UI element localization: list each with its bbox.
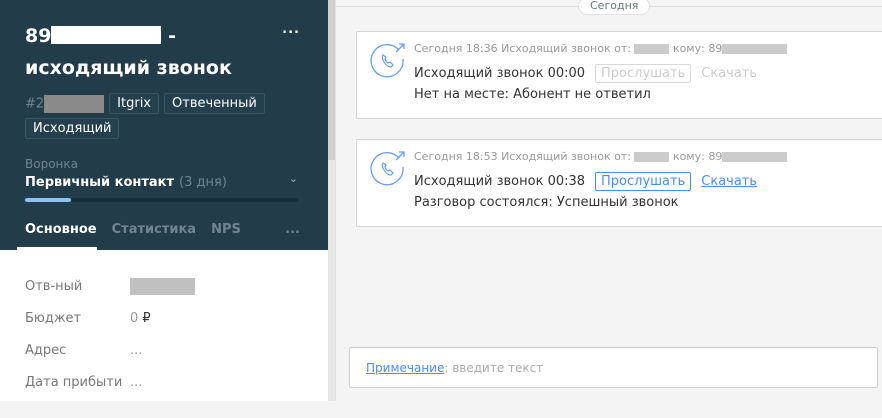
tag[interactable]: Itgrix	[109, 93, 160, 114]
more-menu-button[interactable]: ...	[282, 22, 300, 37]
funnel-label: Воронка	[25, 157, 78, 171]
outgoing-call-icon	[370, 151, 405, 186]
download-link[interactable]: Скачать	[701, 174, 757, 189]
field-label: Бюджет	[25, 310, 82, 326]
meta-to: кому: 89	[672, 150, 723, 163]
field-label: Дата прибыти	[25, 374, 123, 390]
call-card: Сегодня 18:53 Исходящий звонок от: кому:…	[356, 139, 882, 227]
redacted	[722, 152, 788, 162]
call-result: Разговор состоялся: Успешный звонок	[414, 195, 679, 210]
date-label: Сегодня	[578, 0, 651, 15]
meta-to: кому: 89	[672, 42, 723, 55]
id-prefix: #2	[25, 96, 45, 111]
listen-button[interactable]: Прослушать	[595, 172, 692, 191]
tag[interactable]: Исходящий	[25, 118, 120, 139]
call-title: Исходящий звонок 00:00	[414, 66, 586, 81]
lead-fields: Отв-ный Бюджет 0 ₽ Адрес... Дата прибыти.…	[0, 250, 328, 418]
stage-select[interactable]: Первичный контакт (3 дня)	[25, 175, 227, 190]
tab-nps[interactable]: NPS	[211, 222, 241, 237]
lead-id: #2	[25, 94, 105, 113]
stage-progress	[25, 198, 298, 202]
field-arrival-date: Дата прибыти...	[25, 366, 303, 398]
note-input[interactable]: Примечание: введите текст	[349, 347, 878, 388]
redacted-id	[44, 94, 105, 113]
note-placeholder: : введите текст	[444, 361, 544, 375]
currency: ₽	[142, 310, 151, 326]
lead-panel: 89 - исходящий звонок ... #2 Itgrix Отвеч…	[0, 0, 328, 401]
outgoing-call-icon	[370, 43, 405, 78]
note-type-link[interactable]: Примечание	[366, 361, 444, 375]
call-row: Исходящий звонок 00:38 Прослушать Скачать	[414, 172, 757, 191]
field-value[interactable]: ...	[130, 343, 142, 358]
field-label: Отв-ный	[25, 278, 83, 294]
tag[interactable]: Отвеченный	[164, 93, 265, 114]
scrollbar[interactable]	[328, 0, 335, 401]
field-address: Адрес...	[25, 334, 303, 366]
field-label: Адрес	[25, 342, 67, 358]
call-row: Исходящий звонок 00:00 Прослушать Скачать	[414, 64, 757, 83]
redacted	[634, 44, 670, 54]
stage-age: (3 дня)	[179, 175, 227, 190]
meta-from: Сегодня 18:36 Исходящий звонок от:	[414, 42, 631, 55]
redacted-value[interactable]	[130, 277, 195, 295]
call-title: Исходящий звонок 00:38	[414, 174, 586, 189]
tab-main[interactable]: Основное	[25, 222, 97, 237]
tags: #2 Itgrix Отвеченный Исходящий	[25, 93, 295, 139]
tab-statistics[interactable]: Статистика	[112, 222, 196, 237]
listen-button[interactable]: Прослушать	[595, 64, 692, 83]
lead-title[interactable]: 89 - исходящий звонок	[25, 20, 265, 84]
title-suffix: -	[168, 25, 176, 47]
stage-name: Первичный контакт	[25, 175, 175, 190]
active-tab-indicator	[17, 247, 97, 250]
tabs: Основное Статистика NPS	[25, 222, 241, 237]
title-prefix: 89	[25, 25, 52, 47]
call-card: Сегодня 18:36 Исходящий звонок от: кому:…	[356, 31, 882, 119]
field-responsible: Отв-ный	[25, 270, 303, 302]
scrollbar-thumb[interactable]	[328, 0, 335, 160]
call-result: Нет на месте: Абонент не ответил	[414, 87, 651, 102]
download-link[interactable]: Скачать	[701, 66, 757, 81]
redacted	[634, 152, 670, 162]
feed: Сегодня Сегодня 18:36 Исходящий звонок о…	[335, 0, 882, 401]
redacted-phone	[51, 26, 162, 44]
field-budget: Бюджет 0 ₽	[25, 302, 303, 334]
call-meta: Сегодня 18:53 Исходящий звонок от: кому:…	[414, 150, 788, 163]
tabs-more-button[interactable]: ...	[285, 222, 300, 237]
lead-header: 89 - исходящий звонок ... #2 Itgrix Отвеч…	[0, 0, 328, 250]
stage-progress-fill	[25, 198, 72, 202]
redacted	[722, 44, 788, 54]
call-meta: Сегодня 18:36 Исходящий звонок от: кому:…	[414, 42, 788, 55]
meta-from: Сегодня 18:53 Исходящий звонок от:	[414, 150, 631, 163]
field-value[interactable]: 0	[130, 311, 138, 326]
chevron-down-icon[interactable]: ⌄	[289, 172, 298, 185]
title-line2: исходящий звонок	[25, 57, 232, 79]
field-value[interactable]: ...	[130, 375, 142, 390]
